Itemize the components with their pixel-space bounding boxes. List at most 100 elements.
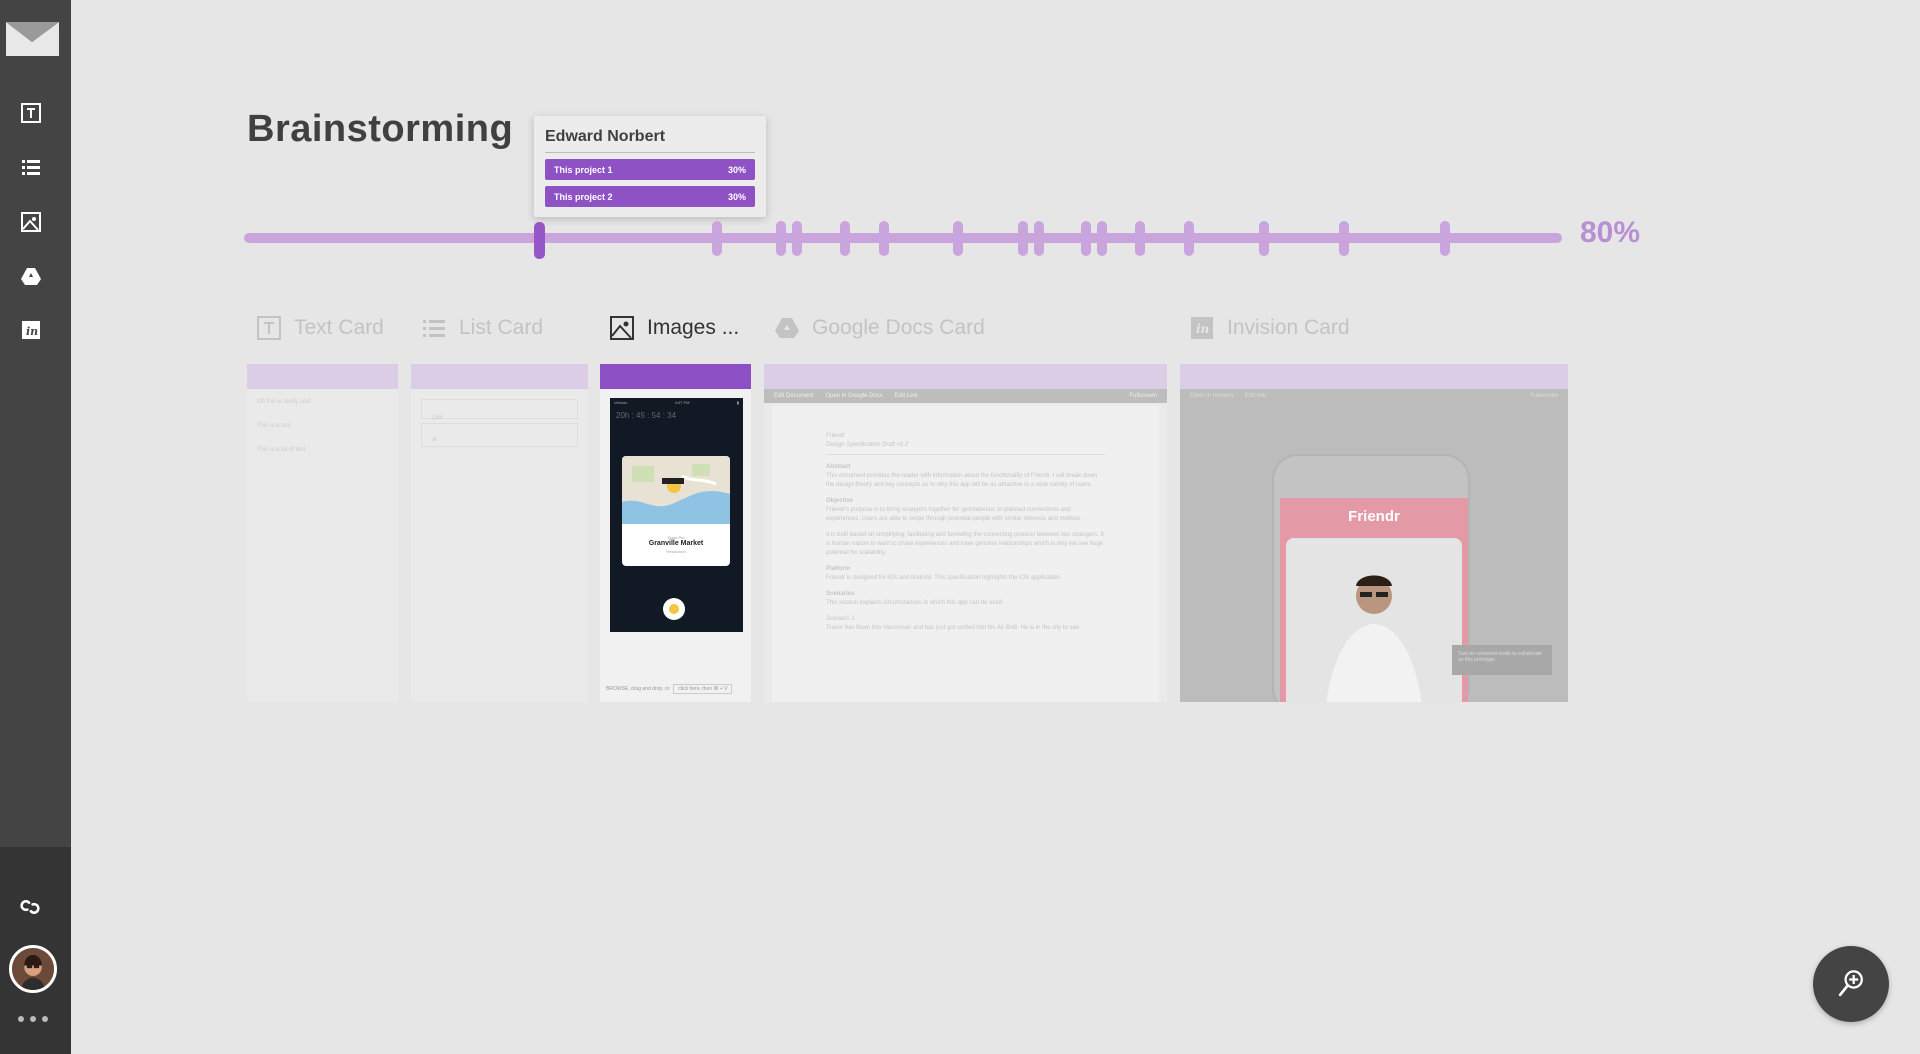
project-value: 30% [727, 164, 746, 175]
card-header [600, 364, 751, 389]
timeline-marker[interactable] [879, 221, 889, 256]
doc-heading: Platform [826, 566, 851, 572]
edit-document-link[interactable]: Edit Document [774, 393, 813, 399]
tab-label: Images ... [647, 316, 740, 339]
list-card-panel[interactable]: Link ⊕ [411, 364, 588, 702]
doc-title: Friendr [826, 433, 846, 439]
tab-google-docs-card[interactable]: Google Docs Card [774, 314, 985, 342]
plus-icon: ⊕ [432, 437, 438, 443]
battery-icon: ▮ [736, 400, 739, 405]
timeline-marker[interactable] [953, 221, 963, 256]
tab-text-card[interactable]: Text Card [256, 314, 384, 342]
paste-input[interactable]: click here, then ⌘ + V [673, 684, 733, 694]
doc-text: It is built based on simplifying, facili… [826, 532, 1104, 556]
text-card-icon[interactable] [19, 101, 43, 125]
countdown-timer: 20h : 45 : 54 : 34 [616, 411, 677, 420]
images-card-panel[interactable]: Verizon 4:07 PM ▮ 20h : 45 : 54 : 34 Tea… [600, 364, 751, 702]
project-name: This project 1 [554, 164, 613, 175]
doc-preview: Friendr Design Specification Draft v0.2 … [772, 406, 1159, 702]
link-icon[interactable] [18, 895, 42, 919]
list-item-text: Link [432, 415, 444, 421]
timeline-marker[interactable] [1259, 221, 1269, 256]
invision-toolbar: Open in Invision Edit link Fullscreen [1180, 389, 1568, 403]
tab-label: Invision Card [1227, 316, 1350, 339]
avatar[interactable] [9, 945, 57, 993]
card-header [411, 364, 588, 389]
tab-invision-card[interactable]: in Invision Card [1189, 314, 1350, 342]
timeline-track[interactable] [244, 233, 1562, 243]
timeline-marker[interactable] [1339, 221, 1349, 256]
timeline-marker[interactable] [776, 221, 786, 256]
timeline-marker[interactable] [840, 221, 850, 256]
doc-text: This document provides the reader with i… [826, 473, 1098, 488]
list-item[interactable]: Link [421, 399, 578, 421]
list-icon [421, 315, 447, 341]
comment-mode-hint: Turn on comment mode to collaborate on t… [1452, 645, 1552, 675]
timeline-marker[interactable] [1034, 221, 1044, 256]
timeline-handle[interactable] [534, 222, 545, 259]
google-drive-icon [774, 315, 800, 341]
text-line: This is a test [257, 423, 291, 429]
card-header [1180, 364, 1568, 389]
wave-button [663, 598, 685, 620]
map-caption: Restaurant [666, 549, 686, 554]
open-in-google-docs-link[interactable]: Open in Google Docs [825, 393, 882, 399]
timeline-marker[interactable] [1081, 221, 1091, 256]
zoom-in-button[interactable] [1813, 946, 1889, 1022]
zoom-in-icon [1838, 970, 1863, 997]
fullscreen-button[interactable]: Fullscreen [1530, 393, 1558, 399]
timeline-marker[interactable] [1440, 221, 1450, 256]
timeline-marker[interactable] [1135, 221, 1145, 256]
google-docs-card-panel[interactable]: Edit Document Open in Google Docs Edit L… [764, 364, 1167, 702]
list-card-icon[interactable] [19, 155, 43, 179]
text-line: This is a lot of text [257, 447, 306, 453]
edit-link[interactable]: Edit link [1245, 393, 1266, 399]
invision-icon: in [1189, 315, 1215, 341]
open-in-invision-link[interactable]: Open in Invision [1190, 393, 1233, 399]
phone-screenshot: Verizon 4:07 PM ▮ 20h : 45 : 54 : 34 Tea… [610, 398, 743, 632]
map-image [622, 456, 730, 524]
contributor-name: Edward Norbert [545, 128, 755, 153]
doc-heading: Objective [826, 498, 854, 504]
timeline-marker[interactable] [1097, 221, 1107, 256]
invision-card-panel[interactable]: Open in Invision Edit link Fullscreen Fr… [1180, 364, 1568, 702]
text-line: Oh this is really cool [257, 399, 311, 405]
map-card: Team Pro Granville Market Restaurant [622, 456, 730, 566]
svg-text:in: in [1196, 322, 1209, 336]
edit-link[interactable]: Edit Link [895, 393, 918, 399]
prototype-screen: Friendr [1280, 498, 1468, 702]
docs-toolbar: Edit Document Open in Google Docs Edit L… [764, 389, 1167, 403]
more-menu-icon[interactable] [18, 1016, 48, 1024]
fullscreen-button[interactable]: Fullscreen [1129, 393, 1157, 399]
doc-text: Trevor has flown into Vancouver and has … [826, 625, 1080, 631]
image-card-icon[interactable] [19, 210, 43, 234]
tab-images-card[interactable]: Images ... [609, 314, 739, 342]
add-list-item[interactable]: ⊕ [421, 423, 578, 447]
logo-icon[interactable] [6, 22, 59, 56]
timeline-marker[interactable] [1184, 221, 1194, 256]
project-progress-2: This project 2 30% [545, 186, 755, 207]
doc-subtitle: Design Specification Draft v0.2 [826, 441, 1105, 455]
image-icon [609, 315, 635, 341]
progress-percent: 80% [1580, 216, 1641, 249]
tab-list-card[interactable]: List Card [421, 314, 543, 342]
tab-label: Text Card [294, 316, 384, 339]
timeline-marker[interactable] [1018, 221, 1028, 256]
tab-label: List Card [459, 316, 544, 339]
invision-icon[interactable]: in [19, 318, 43, 342]
timeline-marker[interactable] [712, 221, 722, 256]
project-name: This project 2 [554, 191, 613, 202]
project-progress-1: This project 1 30% [545, 159, 755, 180]
text-card-panel[interactable]: Oh this is really cool This is a test Th… [247, 364, 398, 702]
card-header [247, 364, 398, 389]
contributor-tooltip: Edward Norbert This project 1 30% This p… [534, 116, 766, 217]
google-drive-icon[interactable] [19, 264, 43, 288]
doc-text: Friendr's purpose is to bring strangers … [826, 507, 1082, 522]
doc-text: This section explains circumstances in w… [826, 600, 1004, 606]
card-header [764, 364, 1167, 389]
doc-heading: Abstract [826, 464, 851, 470]
timeline-marker[interactable] [792, 221, 802, 256]
upload-footer: BROWSE, drag and drop, or click here, th… [606, 684, 746, 694]
doc-heading: Scenarios [826, 591, 855, 597]
sidebar: in [0, 0, 71, 1054]
